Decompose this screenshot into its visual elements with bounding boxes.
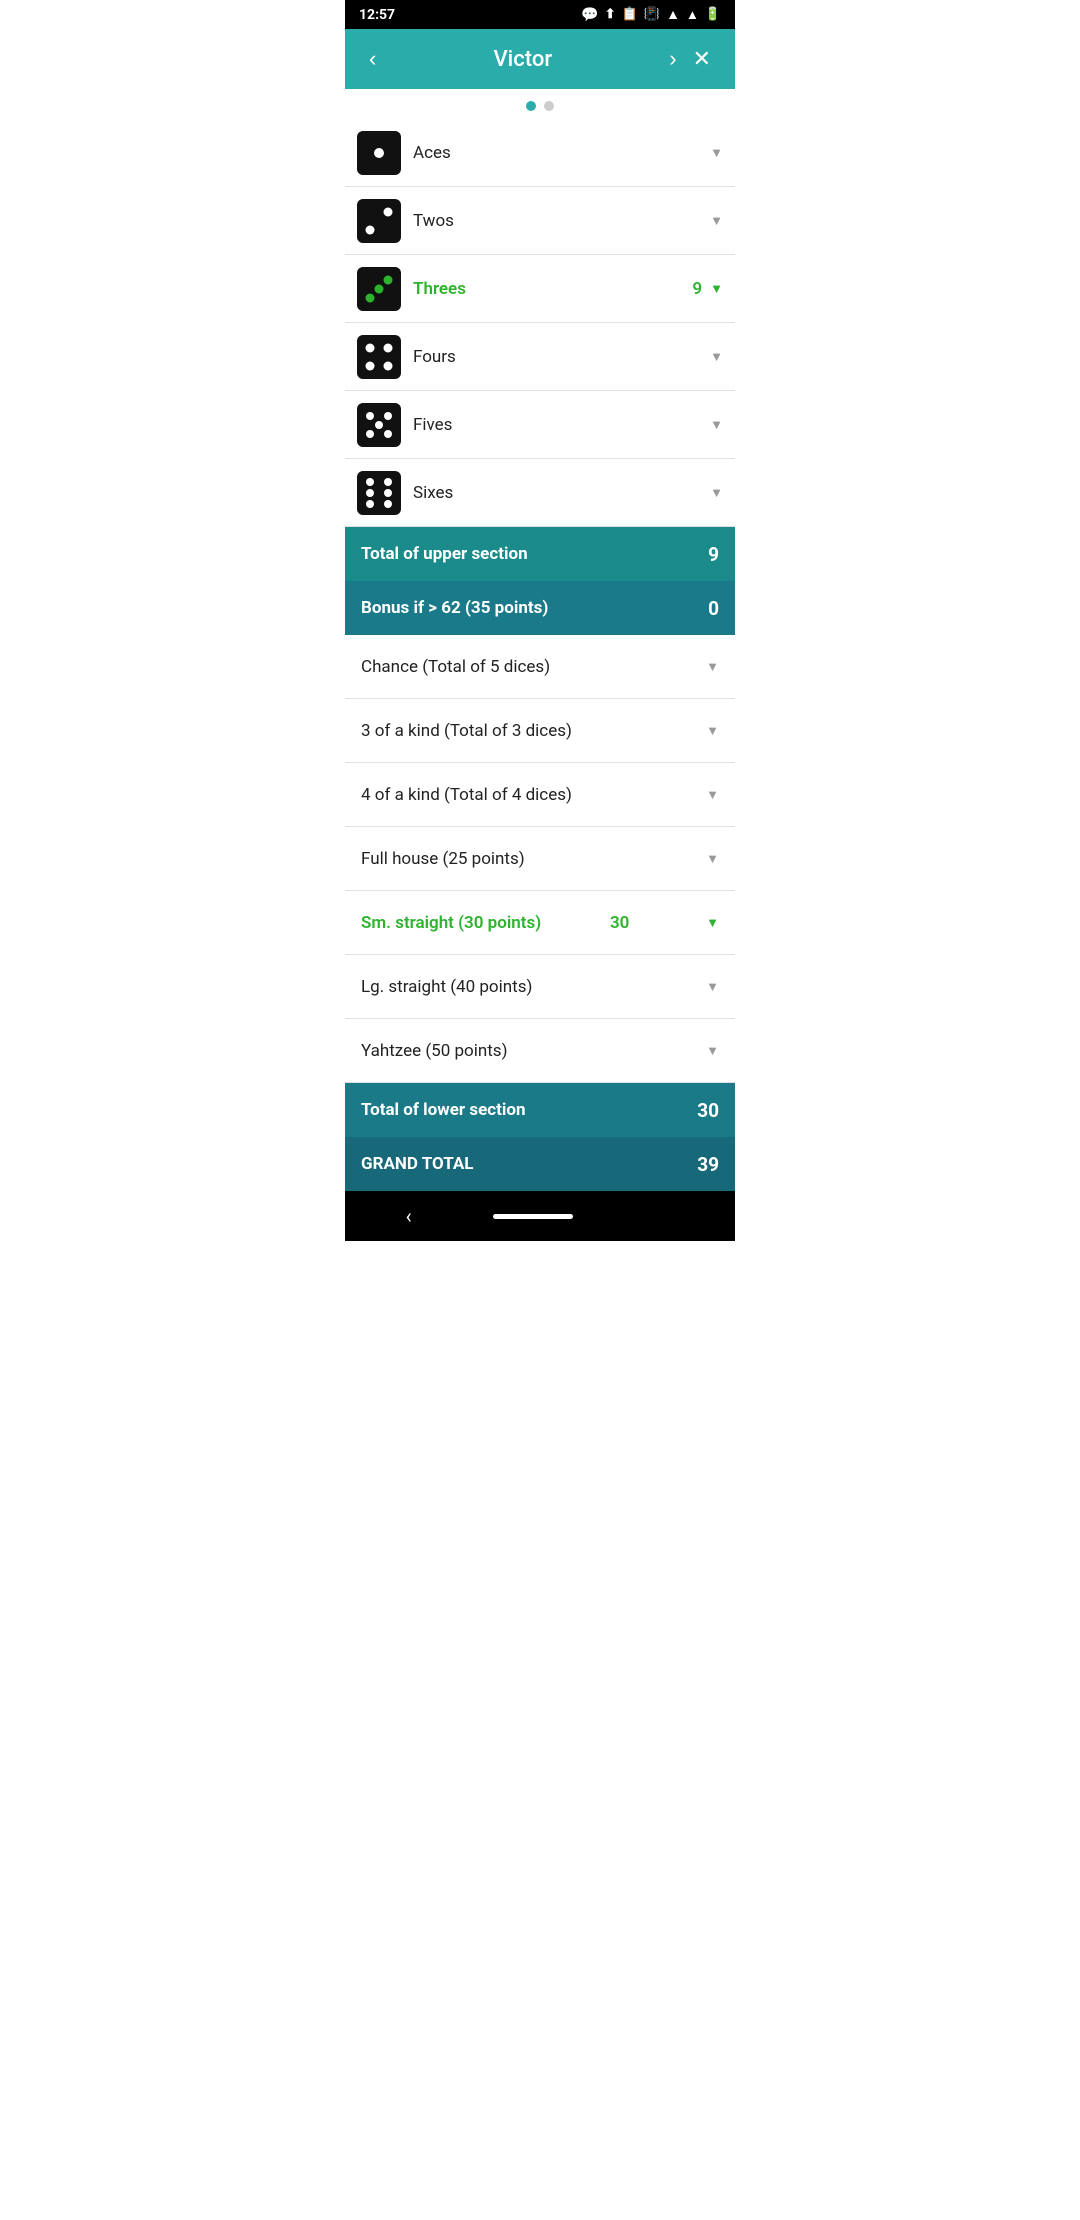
bonus-label: Bonus if > 62 (35 points) [361,598,548,618]
aces-dice-icon [357,131,401,175]
list-item[interactable]: Sixes ▼ [345,459,735,527]
list-item[interactable]: Sm. straight (30 points) 30 ▼ [345,891,735,955]
lg-straight-label: Lg. straight (40 points) [361,977,532,997]
status-time: 12:57 [359,7,395,23]
status-icons: 💬 ⬆ 📋 📳 ▲ ▲ 🔋 [581,6,721,23]
sixes-dice-icon [357,471,401,515]
three-kind-dropdown[interactable]: ▼ [706,723,719,739]
close-button[interactable]: ✕ [685,40,719,78]
upper-total-label: Total of upper section [361,544,528,564]
grand-total-label: GRAND TOTAL [361,1154,473,1174]
back-nav-button[interactable]: ‹ [398,1196,420,1236]
threes-dropdown[interactable]: ▼ [710,281,723,297]
sm-straight-label: Sm. straight (30 points) [361,913,541,933]
threes-label: Threes [413,279,692,299]
lower-total-value: 30 [697,1099,719,1122]
page-dot-2 [544,101,554,111]
list-item[interactable]: Twos ▼ [345,187,735,255]
lg-straight-dropdown[interactable]: ▼ [706,979,719,995]
aces-label: Aces [413,143,706,163]
list-item[interactable]: 4 of a kind (Total of 4 dices) ▼ [345,763,735,827]
sixes-label: Sixes [413,483,706,503]
fours-dropdown[interactable]: ▼ [710,349,723,365]
page-dots [345,89,735,119]
bonus-value: 0 [708,597,719,620]
upload-icon: ⬆ [605,7,616,22]
fives-dropdown[interactable]: ▼ [710,417,723,433]
upper-total-value: 9 [708,543,719,566]
bonus-row: Bonus if > 62 (35 points) 0 [345,581,735,635]
status-bar: 12:57 💬 ⬆ 📋 📳 ▲ ▲ 🔋 [345,0,735,29]
list-item[interactable]: 3 of a kind (Total of 3 dices) ▼ [345,699,735,763]
sm-straight-dropdown[interactable]: ▼ [706,915,719,931]
list-item[interactable]: Fours ▼ [345,323,735,391]
four-kind-label: 4 of a kind (Total of 4 dices) [361,785,572,805]
whatsapp-icon: 💬 [581,7,598,23]
grand-total-value: 39 [697,1153,719,1176]
upper-total-row: Total of upper section 9 [345,527,735,581]
threes-dice-icon [357,267,401,311]
full-house-label: Full house (25 points) [361,849,525,869]
lower-total-label: Total of lower section [361,1100,526,1120]
grand-total-row: GRAND TOTAL 39 [345,1137,735,1191]
home-bar[interactable] [493,1214,573,1219]
bottom-nav: ‹ [345,1191,735,1241]
sixes-dropdown[interactable]: ▼ [710,485,723,501]
page-title: Victor [384,47,661,72]
threes-score: 9 [692,279,702,299]
list-item[interactable]: Fives ▼ [345,391,735,459]
list-item[interactable]: Aces ▼ [345,119,735,187]
full-house-dropdown[interactable]: ▼ [706,851,719,867]
twos-dice-icon [357,199,401,243]
battery-icon: 🔋 [705,7,721,22]
vibrate-icon: 📳 [644,7,660,22]
header: ‹ Victor › ✕ [345,29,735,89]
sm-straight-score: 30 [610,913,629,933]
clipboard-icon: 📋 [622,7,638,22]
page-dot-1 [526,101,536,111]
chance-label: Chance (Total of 5 dices) [361,657,550,677]
fours-dice-icon [357,335,401,379]
list-item[interactable]: Chance (Total of 5 dices) ▼ [345,635,735,699]
yahtzee-dropdown[interactable]: ▼ [706,1043,719,1059]
back-button[interactable]: ‹ [361,40,384,78]
yahtzee-label: Yahtzee (50 points) [361,1041,507,1061]
list-item[interactable]: Lg. straight (40 points) ▼ [345,955,735,1019]
forward-button[interactable]: › [661,40,684,78]
wifi-icon: ▲ [666,6,680,23]
fours-label: Fours [413,347,706,367]
fives-dice-icon [357,403,401,447]
twos-dropdown[interactable]: ▼ [710,213,723,229]
aces-dropdown[interactable]: ▼ [710,145,723,161]
lower-total-row: Total of lower section 30 [345,1083,735,1137]
score-list: Aces ▼ Twos ▼ Threes 9 ▼ Fou [345,119,735,1191]
four-kind-dropdown[interactable]: ▼ [706,787,719,803]
chance-dropdown[interactable]: ▼ [706,659,719,675]
fives-label: Fives [413,415,706,435]
list-item[interactable]: Threes 9 ▼ [345,255,735,323]
list-item[interactable]: Yahtzee (50 points) ▼ [345,1019,735,1083]
signal-icon: ▲ [686,7,699,23]
twos-label: Twos [413,211,706,231]
list-item[interactable]: Full house (25 points) ▼ [345,827,735,891]
three-kind-label: 3 of a kind (Total of 3 dices) [361,721,572,741]
